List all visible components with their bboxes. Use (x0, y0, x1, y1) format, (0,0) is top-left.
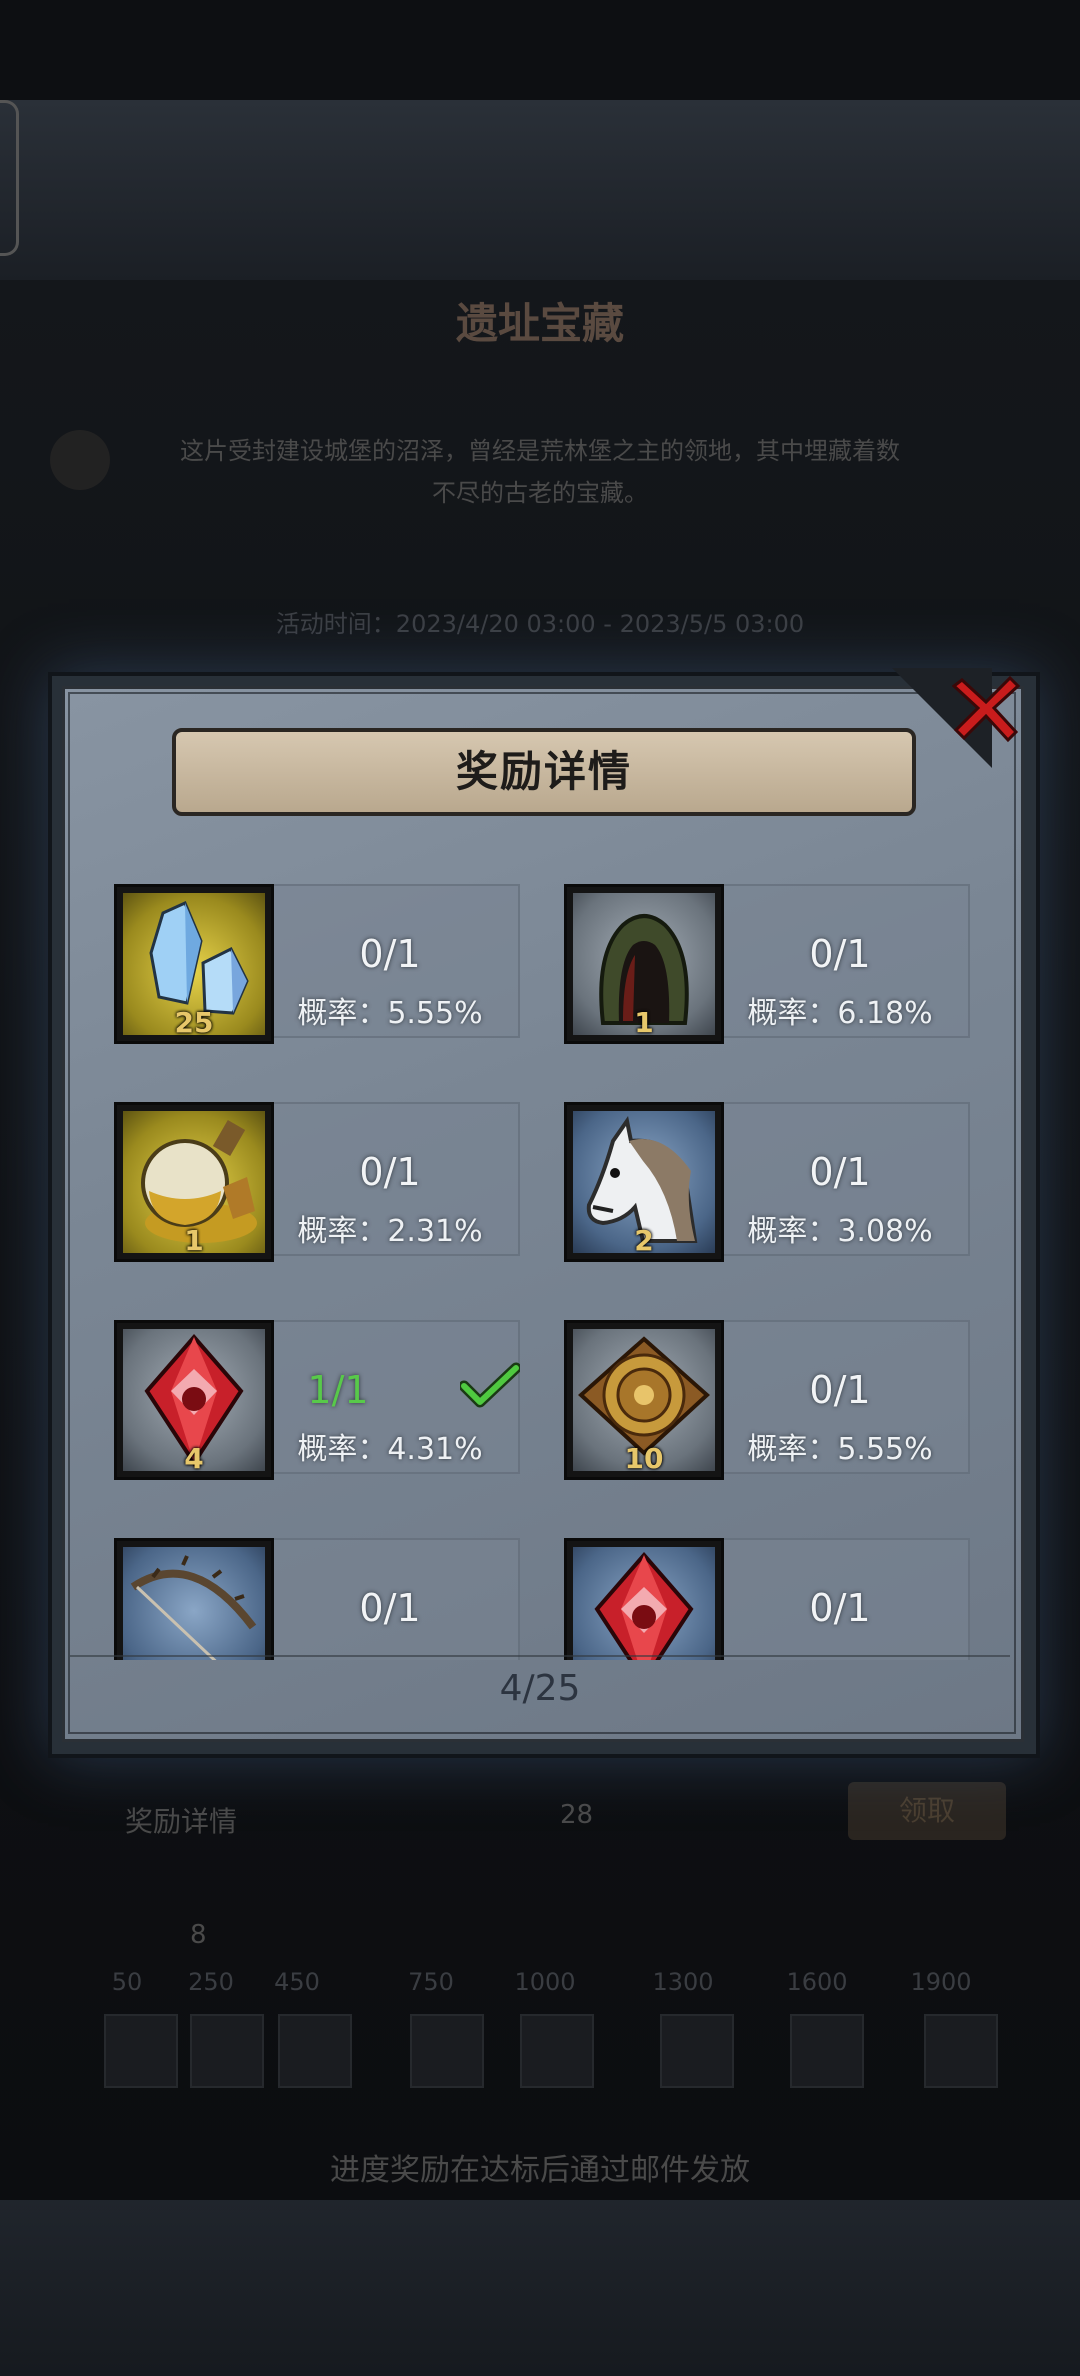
milestone-label: 1900 (910, 1968, 972, 1996)
reward-details-link[interactable]: 奖励详情 (125, 1800, 237, 1840)
reward-item[interactable]: 0/1 (100, 1524, 520, 1660)
milestone-label: 250 (188, 1968, 234, 1996)
reward-item[interactable]: 0/1 (550, 1524, 970, 1660)
description-line-1: 这片受封建设城堡的沼泽，曾经是荒林堡之主的领地，其中埋藏着数 (180, 437, 900, 465)
milestone-label: 1000 (514, 1968, 576, 1996)
reward-probability: 概率：4.31% (297, 1432, 483, 1467)
reward-probability: 概率：2.31% (297, 1214, 483, 1249)
milestone-label: 750 (408, 1968, 454, 1996)
reward-progress: 0/1 (359, 932, 421, 976)
reward-progress: 0/1 (809, 1150, 871, 1194)
reward-item[interactable]: 1 0/1 概率：2.31% (100, 1088, 520, 1262)
reward-icon-frame[interactable] (564, 1538, 724, 1660)
reward-quantity: 1 (184, 1224, 204, 1257)
milestone-label: 1300 (652, 1968, 714, 1996)
reward-item[interactable]: 1 0/1 概率：6.18% (550, 870, 970, 1044)
reward-icon-frame[interactable]: 25 (114, 884, 274, 1044)
reward-icon-frame[interactable]: 2 (564, 1102, 724, 1262)
reward-item[interactable]: 2 0/1 概率：3.08% (550, 1088, 970, 1262)
reward-icon-frame[interactable]: 10 (564, 1320, 724, 1480)
page-indicator: 4/25 (499, 1668, 581, 1709)
reward-list[interactable]: 25 0/1 概率：5.55% 1 0/1 概率：6.18% 1 0/1 概率：2.31% 2 0/… (100, 870, 980, 1660)
reward-count: 28 (560, 1800, 594, 1830)
modal-title: 奖励详情 (455, 747, 632, 796)
reward-item[interactable]: 10 0/1 概率：5.55% (550, 1306, 970, 1480)
reward-progress: 0/1 (359, 1150, 421, 1194)
info-icon[interactable] (50, 430, 110, 490)
reward-probability: 概率：3.08% (747, 1214, 933, 1249)
reward-quantity: 10 (624, 1442, 664, 1475)
milestone-reward-slot[interactable] (790, 2014, 864, 2088)
event-title: 遗址宝藏 (455, 299, 624, 348)
reward-quantity: 25 (174, 1006, 214, 1039)
reward-quantity: 4 (184, 1442, 204, 1475)
milestone-label: 450 (274, 1968, 320, 1996)
milestone-reward-slot[interactable] (410, 2014, 484, 2088)
reward-progress: 0/1 (359, 1586, 421, 1630)
reward-probability: 概率：5.55% (297, 996, 483, 1031)
top-bar (0, 100, 1080, 280)
reward-icon-frame[interactable]: 1 (114, 1102, 274, 1262)
reward-progress: 1/1 (307, 1368, 369, 1412)
reward-progress: 0/1 (809, 1368, 871, 1412)
reward-probability: 概率：5.55% (747, 1432, 933, 1467)
milestone-reward-slot[interactable] (924, 2014, 998, 2088)
milestone-reward-slot[interactable] (520, 2014, 594, 2088)
milestone-label: 50 (111, 1968, 143, 1996)
footer-note: 进度奖励在达标后通过邮件发放 (330, 2153, 750, 2188)
side-tab[interactable] (0, 100, 19, 256)
reward-probability: 概率：6.18% (747, 996, 933, 1031)
reward-progress: 0/1 (809, 1586, 871, 1630)
close-icon[interactable] (951, 672, 1024, 744)
claim-button[interactable]: 领取 (848, 1782, 1006, 1840)
red-gem-icon (573, 1547, 715, 1660)
activity-time: 活动时间：2023/4/20 03:00 - 2023/5/5 03:00 (275, 610, 805, 638)
divider (70, 1655, 1010, 1657)
reward-quantity: 1 (634, 1006, 654, 1039)
milestone-reward-slot[interactable] (660, 2014, 734, 2088)
reward-icon-frame[interactable]: 1 (564, 884, 724, 1044)
milestone-reward-slot[interactable] (190, 2014, 264, 2088)
event-description: 这片受封建设城堡的沼泽，曾经是荒林堡之主的领地，其中埋藏着数 不尽的古老的宝藏。 (130, 430, 950, 514)
reward-progress: 0/1 (809, 932, 871, 976)
checkmark-icon (458, 1362, 522, 1410)
reward-icon-frame[interactable] (114, 1538, 274, 1660)
reward-quantity: 2 (634, 1224, 654, 1257)
reward-item[interactable]: 4 1/1 概率：4.31% (100, 1306, 522, 1480)
milestone-reward-slot[interactable] (104, 2014, 178, 2088)
milestone-reward-slot[interactable] (278, 2014, 352, 2088)
milestone-label: 1600 (786, 1968, 848, 1996)
reward-item[interactable]: 25 0/1 概率：5.55% (100, 870, 520, 1044)
bottom-bar (0, 2200, 1080, 2376)
points-value: 8 (190, 1920, 207, 1950)
thorn-bow-icon (123, 1547, 265, 1660)
description-line-2: 不尽的古老的宝藏。 (432, 479, 648, 507)
